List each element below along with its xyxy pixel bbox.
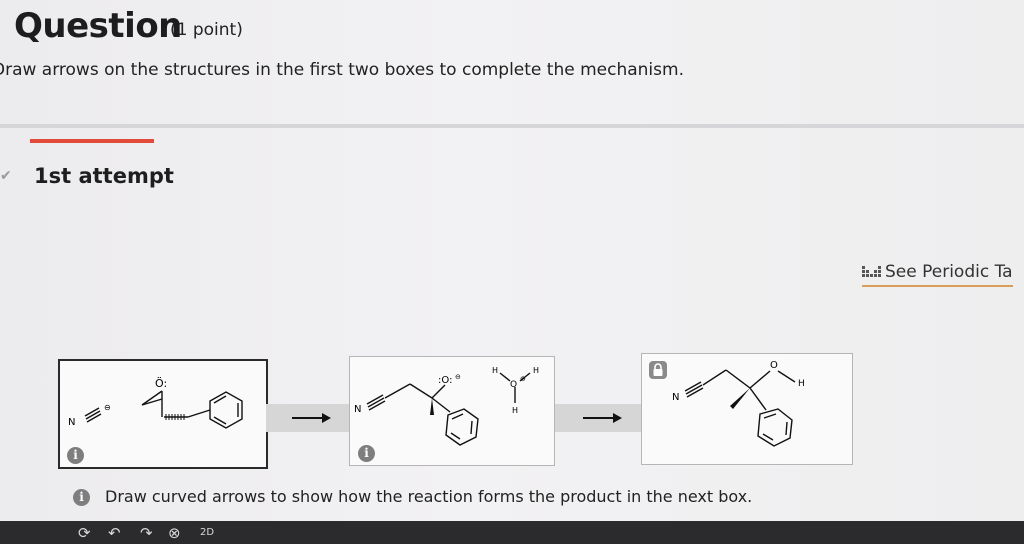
- hydronium-oxygen-label: O: [510, 380, 517, 390]
- positive-charge-label: ⊕: [520, 375, 526, 383]
- reaction-arrow-connector-1: [266, 404, 350, 432]
- nitrogen-label: N: [354, 404, 361, 415]
- nitrogen-label: N: [672, 392, 679, 403]
- hydroxyl-oxygen-label: O: [770, 360, 778, 371]
- 2d-icon[interactable]: 2D: [200, 527, 214, 538]
- intermediate-structure: N :O: ⊖ H O H ⊕ H: [354, 366, 539, 446]
- section-divider: [0, 124, 1024, 128]
- right-arrow-icon: [583, 413, 622, 423]
- right-arrow-icon: [292, 413, 331, 423]
- product-structure-box: N O H: [641, 353, 853, 465]
- info-icon[interactable]: i: [358, 445, 375, 462]
- see-periodic-table-link[interactable]: See Periodic Ta: [862, 262, 1013, 287]
- question-title: Question: [14, 6, 182, 46]
- hydrogen-label: H: [533, 366, 539, 375]
- undo-icon[interactable]: ↶: [108, 524, 121, 542]
- refresh-icon[interactable]: ↷: [140, 524, 153, 542]
- product-structure: N O H: [672, 360, 805, 447]
- hydrogen-label: H: [798, 379, 805, 389]
- hint-info-icon[interactable]: i: [73, 489, 90, 506]
- hint-text: Draw curved arrows to show how the react…: [105, 487, 753, 506]
- periodic-table-icon: [862, 266, 881, 277]
- periodic-table-label: See Periodic Ta: [885, 262, 1013, 282]
- progress-accent-bar: [30, 139, 154, 143]
- charge-label: ⊖: [104, 403, 111, 412]
- drawing-toolbar: ⟳ ↶ ↷ ⊗ 2D: [0, 521, 1024, 544]
- attempt-chevron-icon: ✔: [0, 168, 12, 184]
- question-instructions: Draw arrows on the structures in the fir…: [0, 60, 684, 80]
- reaction-arrow-connector-2: [555, 404, 642, 432]
- oxygen-label: Ö:: [155, 377, 167, 390]
- hydrogen-label: H: [512, 406, 518, 415]
- nitrogen-label: N: [68, 417, 75, 428]
- intermediate-structure-box[interactable]: N :O: ⊖ H O H ⊕ H i: [349, 356, 555, 466]
- question-points: (1 point): [170, 20, 243, 40]
- redo-icon[interactable]: ⟳: [78, 524, 91, 542]
- reactant-structure: N Ö: ⊖: [68, 377, 243, 429]
- clear-icon[interactable]: ⊗: [168, 524, 181, 542]
- reactant-structure-box[interactable]: N Ö: ⊖ i: [58, 359, 268, 469]
- negative-charge-label: ⊖: [455, 373, 461, 381]
- info-icon[interactable]: i: [67, 447, 84, 464]
- hydrogen-label: H: [492, 366, 498, 375]
- lock-icon: [649, 361, 667, 379]
- attempt-label: 1st attempt: [34, 164, 174, 188]
- alkoxide-oxygen-label: :O:: [438, 375, 452, 386]
